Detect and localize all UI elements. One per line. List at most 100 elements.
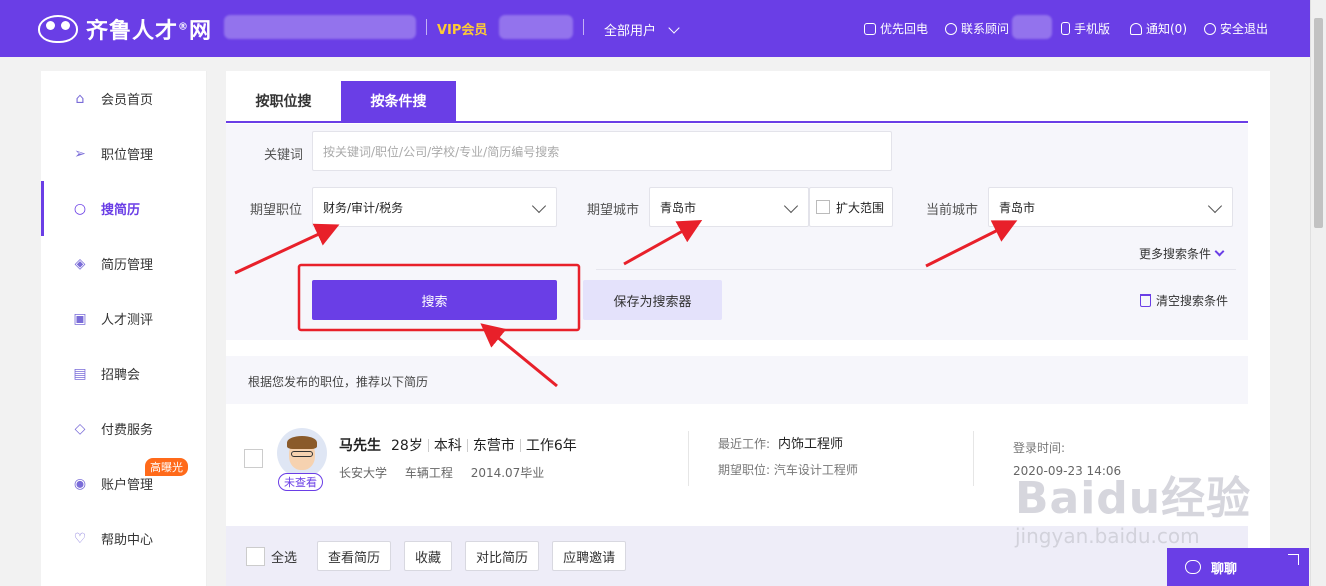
- checkbox[interactable]: [246, 546, 265, 566]
- sidebar-item-resume-management[interactable]: ◈ 简历管理: [41, 236, 206, 291]
- recommend-notice: 根据您发布的职位，推荐以下简历: [226, 356, 1248, 404]
- avatar[interactable]: [277, 428, 327, 478]
- frog-logo-icon: [38, 15, 78, 43]
- candidate-experience: 工作6年: [525, 438, 577, 454]
- notifications-label: 通知(0): [1146, 22, 1187, 36]
- candidate-education-details: 长安大学 车辆工程 2014.07毕业: [339, 464, 558, 481]
- sidebar-item-label: 搜简历: [101, 203, 141, 218]
- invite-button[interactable]: 应聘邀请: [552, 541, 627, 571]
- sidebar-item-paid-services[interactable]: ◇ 付费服务: [41, 401, 206, 456]
- current-city-select[interactable]: 青岛市: [988, 187, 1233, 227]
- candidate-school: 长安大学: [339, 466, 388, 480]
- sidebar-item-search-resume[interactable]: ○ 搜简历: [41, 181, 206, 236]
- view-resume-button[interactable]: 查看简历: [317, 541, 392, 571]
- sidebar-item-label: 简历管理: [101, 258, 154, 273]
- mobile-version-link[interactable]: 手机版: [1061, 20, 1110, 37]
- position-select[interactable]: 财务/审计/税务: [312, 187, 557, 227]
- scrollbar-thumb[interactable]: [1314, 18, 1323, 228]
- logout-icon: [1204, 22, 1216, 35]
- position-label: 期望职位: [250, 203, 303, 218]
- top-header: 齐鲁人才®网 VIP会员 全部用户 优先回电 联系顾问 手机版 通知(0) 安全…: [0, 0, 1310, 57]
- divider: [973, 431, 974, 486]
- watermark-url: jingyan.baidu.com: [1015, 524, 1200, 548]
- checkbox[interactable]: [816, 200, 830, 214]
- more-conditions-label: 更多搜索条件: [1139, 247, 1212, 261]
- logo-text: 齐鲁人才: [86, 19, 179, 44]
- user-icon: ◉: [73, 475, 87, 492]
- users-dropdown[interactable]: 全部用户: [604, 20, 680, 39]
- site-logo[interactable]: 齐鲁人才®网: [38, 12, 212, 46]
- sidebar-item-label: 会员首页: [101, 93, 154, 108]
- expand-range-label: 扩大范围: [836, 200, 885, 215]
- contact-advisor-link[interactable]: 联系顾问: [945, 20, 1009, 37]
- sidebar-item-home[interactable]: ⌂ 会员首页: [41, 71, 206, 126]
- divider: [688, 431, 689, 486]
- hot-exposure-badge: 高曝光: [145, 458, 188, 476]
- candidate-major: 车辆工程: [404, 466, 453, 480]
- sidebar-item-label: 帮助中心: [101, 533, 154, 548]
- logo-registered-mark: ®: [178, 21, 190, 33]
- header-divider: [426, 19, 427, 35]
- priority-callback-label: 优先回电: [880, 22, 929, 36]
- logout-label: 安全退出: [1220, 22, 1269, 36]
- expected-position: 期望职位: 汽车设计工程师: [718, 463, 858, 477]
- more-conditions-link[interactable]: 更多搜索条件: [1139, 245, 1225, 262]
- baidu-watermark: Baidu经验 jingyan.baidu.com: [1015, 462, 1251, 548]
- current-city-label: 当前城市: [926, 203, 979, 218]
- heart-icon: ♡: [73, 530, 87, 547]
- diamond-icon: ◇: [74, 420, 86, 437]
- sidebar-item-label: 付费服务: [101, 423, 154, 438]
- home-icon: ⌂: [75, 90, 85, 107]
- vertical-scrollbar[interactable]: [1310, 0, 1326, 586]
- logout-link[interactable]: 安全退出: [1204, 20, 1268, 37]
- header-divider: [583, 19, 584, 35]
- sidebar-item-jobs[interactable]: ➢ 职位管理: [41, 126, 206, 181]
- sidebar: ⌂ 会员首页 ➢ 职位管理 ○ 搜简历 ◈ 简历管理 ▣ 人才测评 ▤ 招聘会 ◇ 付费服务 …: [41, 71, 207, 586]
- trash-icon: [1140, 294, 1151, 307]
- chat-label: 聊聊: [1211, 561, 1238, 577]
- redacted-username: [224, 15, 416, 39]
- expand-range-checkbox[interactable]: 扩大范围: [809, 187, 893, 227]
- chat-button[interactable]: 聊聊: [1167, 548, 1309, 586]
- search-icon: ○: [73, 200, 87, 217]
- vip-badge: VIP会员: [437, 23, 488, 38]
- expand-icon[interactable]: [1288, 554, 1299, 565]
- chevron-down-icon: [1207, 198, 1223, 214]
- chevron-down-icon: [783, 198, 799, 214]
- headset-icon: [945, 22, 957, 35]
- resume-checkbox[interactable]: [244, 449, 263, 468]
- sidebar-item-assessment[interactable]: ▣ 人才测评: [41, 291, 206, 346]
- filter-panel: 关键词 按关键词/职位/公司/学校/专业/简历编号搜索 期望职位 财务/审计/税…: [226, 124, 1248, 340]
- notifications-link[interactable]: 通知(0): [1130, 20, 1187, 37]
- city-select[interactable]: 青岛市: [649, 187, 809, 227]
- select-all-checkbox[interactable]: 全选: [246, 546, 297, 566]
- sidebar-item-label: 人才测评: [101, 313, 154, 328]
- favorite-button[interactable]: 收藏: [404, 541, 453, 571]
- clear-conditions-label: 清空搜索条件: [1156, 294, 1229, 308]
- priority-callback-link[interactable]: 优先回电: [864, 20, 928, 37]
- candidate-name[interactable]: 马先生: [339, 435, 381, 455]
- mobile-icon: [1061, 22, 1070, 35]
- save-searcher-button[interactable]: 保存为搜索器: [583, 280, 722, 320]
- sidebar-item-help[interactable]: ♡ 帮助中心: [41, 511, 206, 566]
- tab-search-by-condition[interactable]: 按条件搜: [341, 81, 456, 121]
- city-value: 青岛市: [660, 200, 697, 215]
- compare-resume-button[interactable]: 对比简历: [465, 541, 540, 571]
- sidebar-item-job-fair[interactable]: ▤ 招聘会: [41, 346, 206, 401]
- tab-search-by-position[interactable]: 按职位搜: [226, 81, 341, 121]
- candidate-graduation: 2014.07毕业: [470, 466, 545, 480]
- redacted-advisor: [1012, 15, 1052, 39]
- candidate-location: 东营市: [472, 438, 515, 454]
- watermark-brand: Baidu经验: [1015, 473, 1252, 524]
- sidebar-item-account[interactable]: ◉ 账户管理 高曝光: [41, 456, 206, 511]
- recent-work: 最近工作: 内饰工程师: [718, 433, 843, 452]
- keyword-placeholder: 按关键词/职位/公司/学校/专业/简历编号搜索: [323, 144, 560, 159]
- clipboard-icon: ▣: [73, 310, 87, 327]
- sidebar-item-label: 账户管理: [101, 478, 154, 493]
- keyword-input[interactable]: 按关键词/职位/公司/学校/专业/简历编号搜索: [312, 131, 892, 171]
- sidebar-item-label: 招聘会: [101, 368, 141, 383]
- sidebar-item-label: 职位管理: [101, 148, 154, 163]
- current-city-value: 青岛市: [999, 200, 1036, 215]
- search-button[interactable]: 搜索: [312, 280, 557, 320]
- clear-conditions-link[interactable]: 清空搜索条件: [1140, 292, 1228, 309]
